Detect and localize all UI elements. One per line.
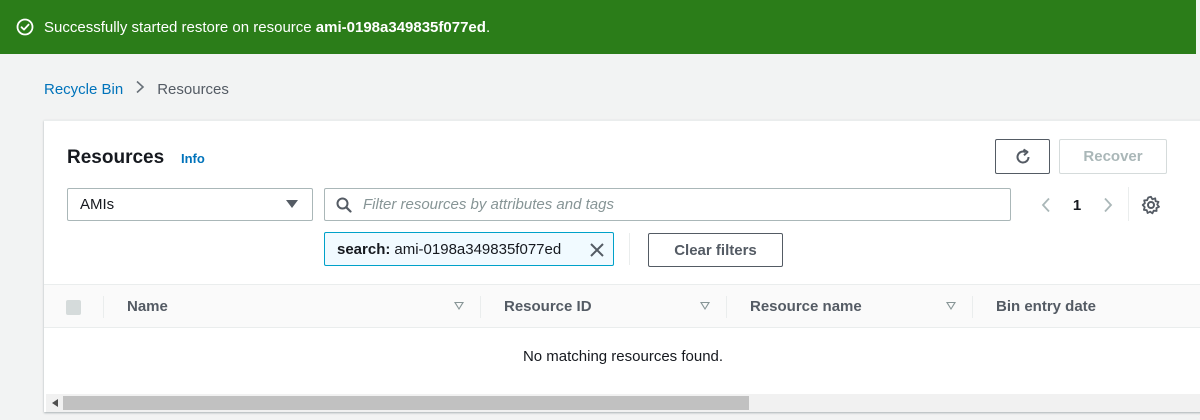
resource-type-select[interactable]: AMIs: [67, 188, 313, 221]
column-divider: [972, 296, 973, 318]
chevron-right-icon: [135, 80, 145, 98]
filter-token: search: ami-0198a349835f077ed: [324, 232, 614, 266]
panel-title: Resources: [67, 147, 165, 168]
search-icon: [336, 197, 352, 217]
pagination: 1: [1036, 193, 1118, 217]
check-circle-icon: [16, 18, 34, 36]
column-header-name[interactable]: Name: [127, 298, 168, 315]
sort-caret-icon[interactable]: [700, 302, 710, 310]
clear-filters-button[interactable]: Clear filters: [648, 233, 783, 267]
filter-token-key: search:: [337, 240, 391, 258]
breadcrumb: Recycle Bin Resources: [44, 80, 229, 98]
gear-icon[interactable]: [1141, 195, 1161, 215]
token-divider: [629, 233, 630, 265]
column-divider: [103, 296, 104, 318]
flash-edge: [1196, 0, 1200, 54]
refresh-icon: [1016, 148, 1029, 163]
recover-button[interactable]: Recover: [1059, 139, 1167, 174]
breadcrumb-current: Resources: [157, 80, 229, 98]
breadcrumb-recycle-bin-link[interactable]: Recycle Bin: [44, 81, 123, 98]
prev-page-icon[interactable]: [1036, 193, 1056, 217]
empty-state-message: No matching resources found.: [522, 348, 724, 365]
column-divider: [480, 296, 481, 318]
info-link[interactable]: Info: [181, 151, 205, 166]
caret-down-icon: [286, 200, 298, 208]
next-page-icon[interactable]: [1098, 193, 1118, 217]
flash-message: Successfully started restore on resource…: [44, 18, 491, 36]
column-divider: [726, 296, 727, 318]
horizontal-scrollbar[interactable]: [46, 394, 1200, 412]
scrollbar-thumb[interactable]: [63, 396, 749, 410]
column-header-resource-id[interactable]: Resource ID: [504, 298, 592, 315]
filter-search-field[interactable]: [324, 188, 1011, 221]
success-flash-banner: Successfully started restore on resource…: [0, 0, 1200, 54]
column-header-resource-name[interactable]: Resource name: [750, 298, 862, 315]
close-icon[interactable]: [589, 242, 605, 258]
current-page[interactable]: 1: [1056, 197, 1098, 214]
flash-resource-id: ami-0198a349835f077ed: [315, 18, 486, 36]
search-input[interactable]: [363, 196, 1010, 213]
table-header: Name Resource ID Resource name Bin entry…: [44, 284, 1200, 328]
resources-panel: Resources Info Recover AMIs 1 search: am…: [44, 120, 1200, 412]
filter-token-value: ami-0198a349835f077ed: [394, 240, 562, 258]
pager-divider: [1128, 187, 1129, 221]
column-header-bin-entry-date[interactable]: Bin entry date: [996, 298, 1096, 315]
select-all-checkbox[interactable]: [66, 300, 81, 315]
scroll-left-icon[interactable]: [52, 399, 58, 407]
sort-caret-icon[interactable]: [454, 302, 464, 310]
sort-caret-icon[interactable]: [946, 302, 956, 310]
resource-type-value: AMIs: [80, 196, 115, 213]
refresh-button[interactable]: [995, 139, 1050, 174]
